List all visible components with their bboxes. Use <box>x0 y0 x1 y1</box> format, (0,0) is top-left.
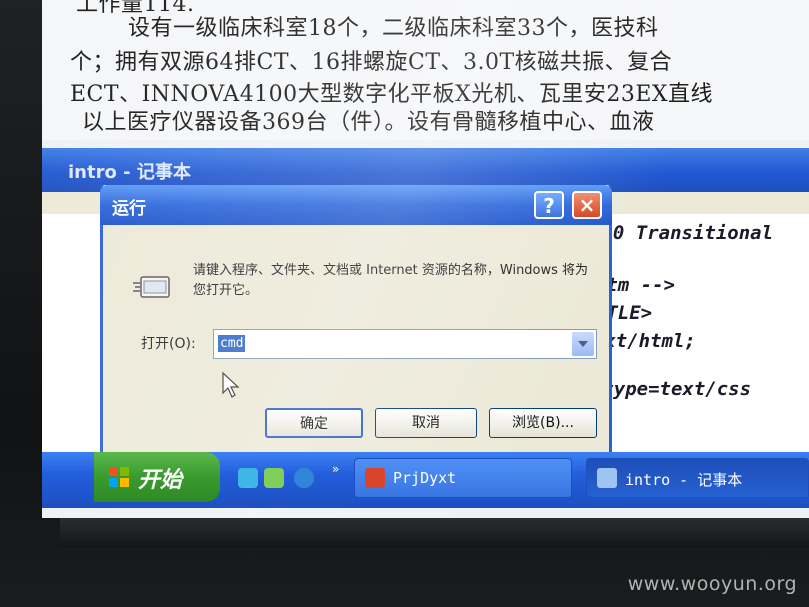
code-line: 4.0 Transitional <box>590 222 774 244</box>
start-button[interactable]: 开始 <box>94 452 220 502</box>
chevron-down-icon[interactable] <box>572 332 594 356</box>
background-document: 工作量114. 设有一级临床科室18个，二级临床科室33个，医技科 个；拥有双源… <box>42 0 809 140</box>
run-dialog-title: 运行 <box>112 199 146 219</box>
ok-button[interactable]: 确定 <box>265 408 363 438</box>
quick-launch-desktop-icon[interactable] <box>238 468 258 488</box>
browse-button[interactable]: 浏览(B)... <box>489 408 597 438</box>
app-icon <box>365 468 385 488</box>
screen: 工作量114. 设有一级临床科室18个，二级临床科室33个，医技科 个；拥有双源… <box>42 0 809 518</box>
run-dialog-description: 请键入程序、文件夹、文档或 Internet 资源的名称，Windows 将为您… <box>193 263 589 298</box>
watermark: www.wooyun.org <box>627 573 797 595</box>
document-line: 设有一级临床科室18个，二级临床科室33个，医技科 <box>128 16 659 41</box>
notepad-title: intro - 记事本 <box>68 162 191 183</box>
taskbar-task-prjdyxt[interactable]: PrjDyxt <box>354 458 572 498</box>
task-label: intro - 记事本 <box>625 471 743 489</box>
monitor-lower-bezel <box>60 518 809 548</box>
mouse-pointer-icon <box>222 371 240 398</box>
start-label: 开始 <box>138 468 183 493</box>
internet-explorer-icon[interactable] <box>294 468 314 488</box>
task-label: PrjDyxt <box>393 469 457 487</box>
run-dialog: 运行 ? × 请键入程序、文件夹、文档或 Internet 资源的名称，Wind… <box>100 185 612 455</box>
document-line: 个；拥有双源64排CT、16排螺旋CT、3.0T核磁共振、复合 <box>70 50 673 75</box>
notepad-icon <box>597 468 617 488</box>
taskbar-task-notepad[interactable]: intro - 记事本 <box>586 458 809 498</box>
run-program-icon <box>133 276 170 298</box>
quick-launch-media-icon[interactable] <box>264 468 284 488</box>
taskbar: 开始 » PrjDyxt intro - 记事本 <box>42 452 809 508</box>
run-dialog-title-bar[interactable]: 运行 ? × <box>100 185 612 225</box>
open-input-value[interactable]: cmd <box>218 335 246 352</box>
open-combobox[interactable]: cmd <box>213 329 597 359</box>
windows-logo-icon <box>109 467 129 487</box>
close-button[interactable]: × <box>572 191 602 219</box>
quick-launch-more-icon[interactable]: » <box>332 462 339 476</box>
document-line: 以上医疗仪器设备369台（件）。设有骨髓移植中心、血液 <box>82 110 655 135</box>
cancel-button[interactable]: 取消 <box>375 408 477 438</box>
help-button[interactable]: ? <box>534 191 564 219</box>
open-label: 打开(O): <box>141 336 196 352</box>
